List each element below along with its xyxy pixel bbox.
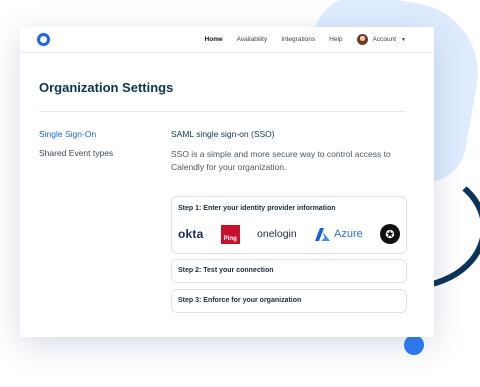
nav-help-link[interactable]: Help [329,36,342,43]
nav-home-link[interactable]: Home [205,36,223,43]
step-3-label: Step 3: Enforce for your organization [178,297,302,304]
okta-logo[interactable]: okta [178,227,203,241]
step-3-panel[interactable]: Step 3: Enforce for your organization [171,289,407,313]
sidebar-item-shared-event-types[interactable]: Shared Event types [39,148,113,158]
badge-provider-icon[interactable]: ✪ [380,224,400,244]
nav-availability-link[interactable]: Availability [237,36,268,43]
azure-label: Azure [333,228,363,240]
page-title: Organization Settings [39,80,174,95]
calendly-logo-icon[interactable] [37,33,50,46]
nav-links: Home Availability Integrations Help Acco… [205,27,406,52]
chevron-down-icon: ▼ [401,36,406,43]
step-1-label: Step 1: Enter your identity provider inf… [178,205,336,212]
sidebar-item-single-sign-on[interactable]: Single Sign-On [39,129,96,139]
settings-window: Home Availability Integrations Help Acco… [20,27,434,337]
account-menu[interactable]: Account ▼ [356,34,406,45]
onelogin-logo[interactable]: onelogin [257,228,297,240]
ping-logo[interactable]: Ping [220,224,240,244]
step-2-label: Step 2: Test your connection [178,267,274,274]
step-1-panel[interactable]: Step 1: Enter your identity provider inf… [171,196,407,254]
top-nav: Home Availability Integrations Help Acco… [20,27,434,53]
background-dot [404,335,424,355]
account-label: Account [372,36,397,43]
identity-provider-list: okta Ping onelogin Azure ✪ [178,222,400,246]
sso-heading: SAML single sign-on (SSO) [171,129,275,139]
azure-logo[interactable]: Azure [314,227,363,241]
azure-icon [314,227,330,241]
nav-integrations-link[interactable]: Integrations [281,36,315,43]
avatar [356,34,368,45]
step-2-panel[interactable]: Step 2: Test your connection [171,259,407,283]
title-divider [39,111,405,112]
sso-description: SSO is a simple and more secure way to c… [171,149,391,172]
